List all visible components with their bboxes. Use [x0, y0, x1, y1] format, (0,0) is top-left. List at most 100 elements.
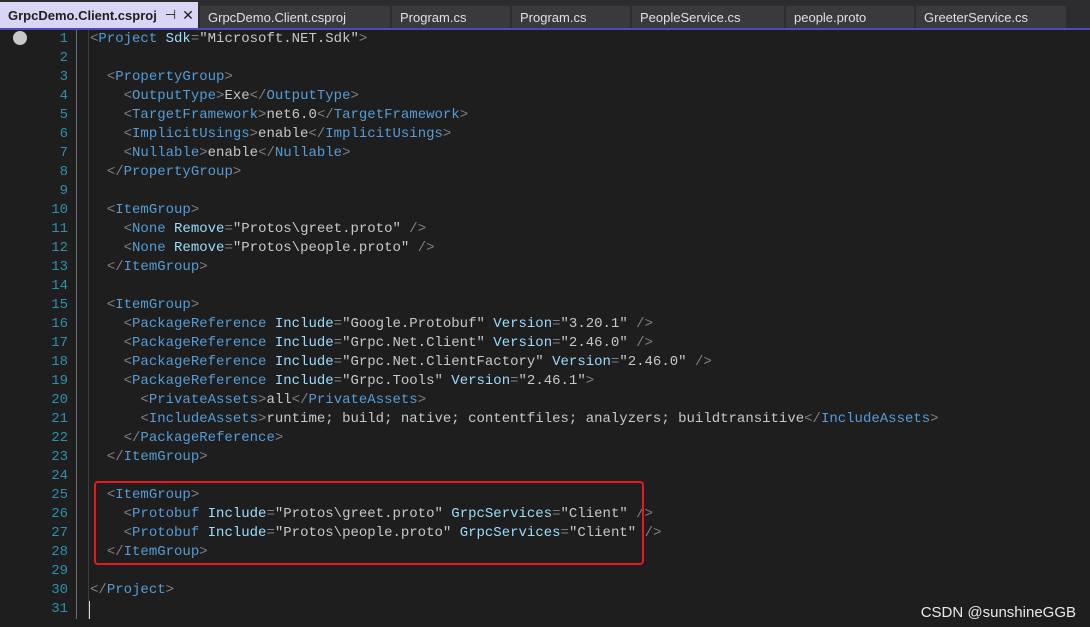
- line-number: 22: [51, 430, 68, 446]
- fold-guide: [76, 581, 77, 600]
- token-brk: >: [224, 69, 233, 85]
- code-line[interactable]: 4 <OutputType>Exe</OutputType>: [0, 87, 1090, 106]
- token-brk: </: [123, 430, 141, 446]
- tab-0[interactable]: GrpcDemo.Client.csproj ⊣ ✕: [0, 2, 198, 28]
- line-number: 12: [51, 240, 68, 256]
- code-line[interactable]: 12 <None Remove="Protos\people.proto" />: [0, 239, 1090, 258]
- token-attr: Sdk: [165, 31, 191, 47]
- vertical-scrollbar[interactable]: [1082, 30, 1090, 627]
- code-line[interactable]: 17 <PackageReference Include="Grpc.Net.C…: [0, 334, 1090, 353]
- fold-marker-icon[interactable]: [76, 201, 77, 220]
- code-line[interactable]: 2: [0, 49, 1090, 68]
- tab-5[interactable]: people.proto: [786, 6, 914, 28]
- line-number: 13: [51, 259, 68, 275]
- line-number: 14: [51, 278, 68, 294]
- token-tag: PackageReference: [132, 354, 267, 370]
- fold-guide: [76, 562, 77, 581]
- code-editor[interactable]: 1 <Project Sdk="Microsoft.NET.Sdk"> 2 3 <Pr…: [0, 30, 1090, 627]
- code-line[interactable]: 10 <ItemGroup>: [0, 201, 1090, 220]
- token-val: "Protos\greet.proto": [232, 221, 401, 237]
- token-val: "Protos\people.proto": [232, 240, 410, 256]
- token-brk: <: [123, 316, 133, 332]
- fold-guide: [76, 87, 77, 106]
- fold-marker-icon[interactable]: [76, 486, 77, 505]
- token-tag: TargetFramework: [132, 107, 259, 123]
- token-attr: Include: [274, 373, 334, 389]
- line-number: 23: [51, 449, 68, 465]
- line-number: 10: [51, 202, 68, 218]
- code-line[interactable]: 30 </Project>: [0, 581, 1090, 600]
- token-tag: PrivateAssets: [308, 392, 418, 408]
- fold-marker-icon[interactable]: [76, 68, 77, 87]
- code-line[interactable]: 3 <PropertyGroup>: [0, 68, 1090, 87]
- token-tag: Nullable: [132, 145, 200, 161]
- fold-guide: [76, 258, 77, 277]
- text-cursor: [89, 601, 90, 619]
- fold-guide: [76, 410, 77, 429]
- token-brk: >: [350, 88, 359, 104]
- token-tag: Nullable: [274, 145, 343, 161]
- tab-1[interactable]: GrpcDemo.Client.csproj: [200, 6, 390, 28]
- code-line[interactable]: 7 <Nullable>enable</Nullable>: [0, 144, 1090, 163]
- line-number: 27: [51, 525, 68, 541]
- token-brk: >: [585, 373, 595, 389]
- tab-6[interactable]: GreeterService.cs: [916, 6, 1066, 28]
- token-tag: PrivateAssets: [148, 392, 259, 408]
- code-line[interactable]: 19 <PackageReference Include="Grpc.Tools…: [0, 372, 1090, 391]
- token-brk: >: [232, 164, 242, 180]
- code-line[interactable]: 16 <PackageReference Include="Google.Pro…: [0, 315, 1090, 334]
- code-line[interactable]: 18 <PackageReference Include="Grpc.Net.C…: [0, 353, 1090, 372]
- tab-3[interactable]: Program.cs: [512, 6, 630, 28]
- code-line[interactable]: 14: [0, 277, 1090, 296]
- token-brk: >: [417, 392, 427, 408]
- code-line[interactable]: 20 <PrivateAssets>all</PrivateAssets>: [0, 391, 1090, 410]
- tab-2[interactable]: Program.cs: [392, 6, 510, 28]
- fold-marker-icon[interactable]: [76, 30, 77, 49]
- fold-guide: [76, 220, 77, 239]
- line-number: 26: [51, 506, 68, 522]
- fold-marker-icon[interactable]: [76, 372, 77, 391]
- token-val: "2.46.0": [560, 335, 628, 351]
- token-val: "Google.Protobuf": [342, 316, 485, 332]
- token-tag: PropertyGroup: [123, 164, 233, 180]
- code-line[interactable]: 1 <Project Sdk="Microsoft.NET.Sdk">: [0, 30, 1090, 49]
- code-line[interactable]: 11 <None Remove="Protos\greet.proto" />: [0, 220, 1090, 239]
- code-line[interactable]: 15 <ItemGroup>: [0, 296, 1090, 315]
- close-icon[interactable]: ✕: [182, 7, 194, 24]
- code-line[interactable]: 9: [0, 182, 1090, 201]
- token-tag: IncludeAssets: [148, 411, 259, 427]
- line-number: 29: [51, 563, 68, 579]
- code-line[interactable]: 22 </PackageReference>: [0, 429, 1090, 448]
- token-brk: >: [442, 126, 452, 142]
- pin-icon[interactable]: ⊣: [165, 7, 176, 23]
- code-line[interactable]: 6 <ImplicitUsings>enable</ImplicitUsings…: [0, 125, 1090, 144]
- line-number: 16: [51, 316, 68, 332]
- code-line[interactable]: 8 </PropertyGroup>: [0, 163, 1090, 182]
- token-brk: </: [804, 411, 821, 427]
- line-number: 5: [59, 107, 68, 123]
- tab-4[interactable]: PeopleService.cs: [632, 6, 784, 28]
- token-val: "Grpc.Net.ClientFactory": [342, 354, 544, 370]
- code-line[interactable]: 21 <IncludeAssets>runtime; build; native…: [0, 410, 1090, 429]
- line-number: 4: [59, 88, 68, 104]
- line-number: 1: [59, 31, 68, 47]
- fold-guide: [76, 49, 77, 68]
- fold-marker-icon[interactable]: [76, 296, 77, 315]
- fold-guide: [76, 125, 77, 144]
- code-line[interactable]: 5 <TargetFramework>net6.0</TargetFramewo…: [0, 106, 1090, 125]
- code-line[interactable]: 23 </ItemGroup>: [0, 448, 1090, 467]
- code-line[interactable]: 13 </ItemGroup>: [0, 258, 1090, 277]
- token-brk: >: [199, 145, 208, 161]
- token-txt: enable: [207, 145, 259, 161]
- token-tag: TargetFramework: [333, 107, 460, 123]
